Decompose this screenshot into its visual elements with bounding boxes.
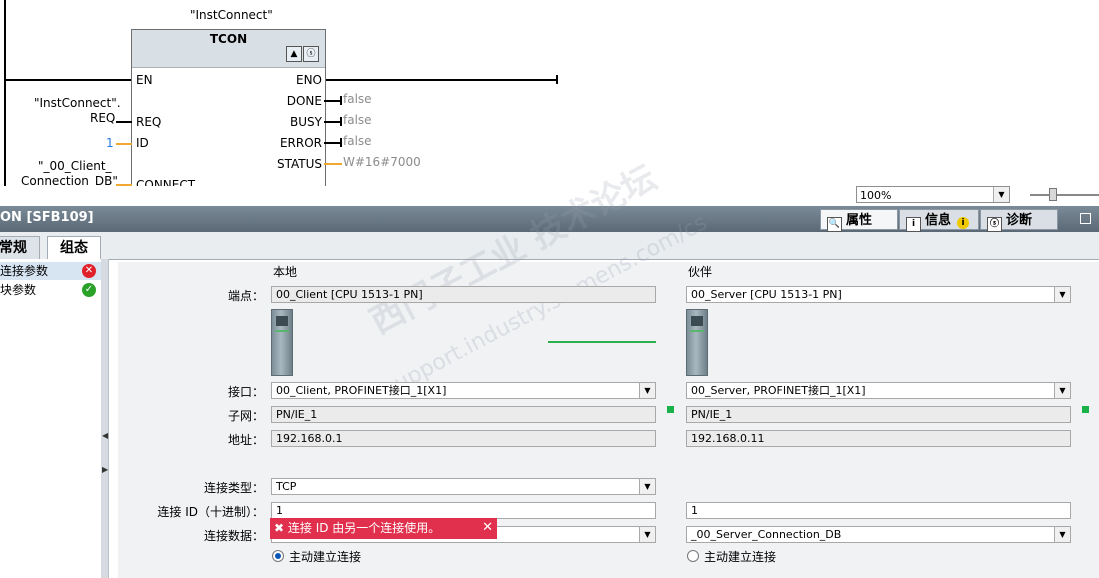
expand-right-icon[interactable]: ▶ (102, 465, 108, 479)
local-interface-select[interactable]: 00_Client, PROFINET接口_1[X1] ▼ (271, 382, 656, 399)
subnet-label: 子网： (227, 409, 264, 423)
network-icon (667, 406, 674, 413)
info-tab-icon: i (906, 217, 921, 232)
tab-info[interactable]: i 信息 i (899, 209, 979, 232)
req-operand-line2[interactable]: REQ (90, 111, 115, 125)
partner-header: 伙伴 (688, 265, 713, 279)
pin-connect: CONNECT (136, 178, 196, 186)
local-active-label: 主动建立连接 (289, 550, 362, 564)
tab-config[interactable]: 组态 (47, 236, 101, 260)
partner-subnet-field: PN/IE_1 (686, 406, 1071, 423)
error-x-icon: ✖ (274, 521, 285, 535)
local-cpu-image (271, 309, 293, 376)
id-operand[interactable]: 1 (106, 136, 114, 150)
connect-operand-line1[interactable]: "_00_Client_ (38, 159, 112, 173)
partner-interface-select[interactable]: 00_Server, PROFINET接口_1[X1] ▼ (686, 382, 1071, 399)
local-conn-id-input[interactable]: 1 (271, 502, 656, 519)
pin-busy: BUSY (290, 115, 322, 129)
power-rail (4, 0, 6, 186)
pin-error: ERROR (279, 136, 322, 150)
splitter[interactable] (101, 259, 109, 578)
subtab-bar: 常规 组态 (0, 232, 1099, 260)
chevron-down-icon[interactable]: ▼ (993, 187, 1009, 202)
local-address-field: 192.168.0.1 (271, 430, 656, 447)
done-value: false (343, 92, 372, 106)
pin-eno: ENO (295, 73, 322, 87)
local-active-radio[interactable] (272, 550, 284, 562)
conn-data-label: 连接数据： (203, 529, 264, 543)
diagnostics-tab-icon: ⓢ (987, 217, 1002, 232)
check-icon: ✓ (82, 283, 96, 297)
chevron-down-icon[interactable]: ▼ (1054, 383, 1070, 398)
inspector-title: ON [SFB109] (0, 210, 94, 225)
chevron-down-icon[interactable]: ▼ (1054, 287, 1070, 302)
status-value: W#16#7000 (343, 155, 421, 169)
error-icon: ✕ (82, 264, 96, 278)
rung-line-eno (324, 79, 558, 81)
pin-done: DONE (286, 94, 322, 108)
network-icon (1082, 406, 1089, 413)
conn-type-select[interactable]: TCP ▼ (271, 478, 656, 495)
partner-cpu-image (686, 309, 708, 376)
chevron-down-icon[interactable]: ▼ (639, 527, 655, 542)
config-icon[interactable]: ▲ (286, 46, 302, 62)
chevron-down-icon[interactable]: ▼ (639, 383, 655, 398)
chevron-down-icon[interactable]: ▼ (1054, 527, 1070, 542)
address-label: 地址： (227, 433, 264, 447)
req-operand-line1[interactable]: "InstConnect". (34, 96, 121, 110)
config-nav: 连接参数 ✕ 块参数 ✓ (0, 259, 102, 578)
pin-en: EN (136, 73, 153, 87)
partner-endpoint-select[interactable]: 00_Server [CPU 1513-1 PN] ▼ (686, 286, 1071, 303)
tcon-block[interactable]: TCON ▲ ⓢ EN REQ ID CONNECT ENO DONE BUSY… (131, 29, 326, 186)
local-header: 本地 (273, 265, 298, 279)
chevron-down-icon[interactable]: ▼ (639, 479, 655, 494)
pin-req: REQ (136, 115, 162, 129)
tab-properties[interactable]: 🔍 属性 (820, 209, 898, 232)
rung-line-en (4, 79, 132, 81)
error-value: false (343, 134, 372, 148)
tab-diagnostics[interactable]: ⓢ 诊断 (980, 209, 1058, 232)
partner-address-field: 192.168.0.11 (686, 430, 1071, 447)
connection-line (548, 341, 656, 343)
instance-name[interactable]: "InstConnect" (190, 8, 273, 22)
properties-icon: 🔍 (827, 217, 842, 232)
zoom-select[interactable]: 100% ▼ (856, 186, 1010, 203)
busy-value: false (343, 113, 372, 127)
partner-conn-data-select[interactable]: _00_Server_Connection_DB ▼ (686, 526, 1071, 543)
local-endpoint-field: 00_Client [CPU 1513-1 PN] (271, 286, 656, 303)
window-icon[interactable] (1080, 213, 1091, 224)
partner-active-radio[interactable] (687, 550, 699, 562)
nav-item-connection-params[interactable]: 连接参数 ✕ (0, 262, 101, 280)
close-icon[interactable]: ✕ (482, 518, 493, 538)
inspector-header: ON [SFB109] 🔍 属性 i 信息 i ⓢ 诊断 (0, 206, 1099, 232)
interface-label: 接口： (227, 385, 264, 399)
zoom-slider-track[interactable] (1030, 194, 1099, 196)
warning-icon: i (957, 217, 970, 229)
conn-id-label: 连接 ID（十进制）： (157, 505, 264, 519)
pin-status: STATUS (276, 157, 322, 171)
partner-active-label: 主动建立连接 (704, 550, 777, 564)
ladder-editor: "InstConnect" TCON ▲ ⓢ EN REQ ID CONNECT… (0, 0, 1099, 186)
endpoint-label: 端点： (227, 289, 264, 303)
tab-general[interactable]: 常规 (0, 236, 40, 259)
block-type: TCON (209, 32, 248, 46)
zoom-slider-handle[interactable] (1049, 188, 1057, 201)
error-tooltip: ✖ 连接 ID 由另一个连接使用。 ✕ (270, 518, 497, 539)
diagnostics-icon[interactable]: ⓢ (303, 46, 319, 62)
partner-conn-id-input[interactable]: 1 (686, 502, 1071, 519)
local-subnet-field: PN/IE_1 (271, 406, 656, 423)
connect-operand-line2[interactable]: Connection_DB" (21, 174, 118, 186)
nav-item-block-params[interactable]: 块参数 ✓ (0, 281, 101, 299)
conn-type-label: 连接类型： (203, 481, 264, 495)
pin-id: ID (136, 136, 149, 150)
collapse-left-icon[interactable]: ◀ (102, 431, 108, 445)
